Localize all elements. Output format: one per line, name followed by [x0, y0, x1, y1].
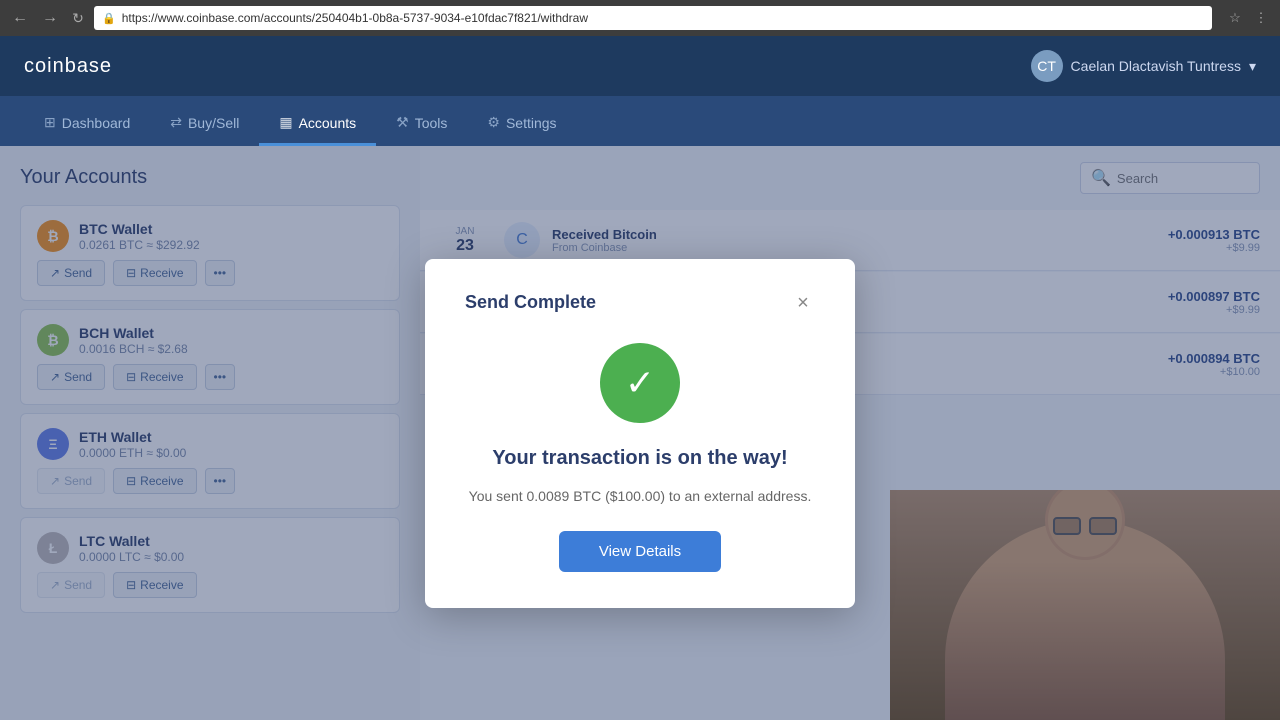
tab-settings[interactable]: ⚙ Settings — [467, 102, 576, 146]
star-button[interactable]: ☆ — [1224, 7, 1246, 29]
user-name: Caelan Dlactavish Tuntress — [1071, 58, 1241, 74]
buysell-icon: ⇄ — [170, 114, 182, 131]
browser-chrome: ← → ↻ 🔒 https://www.coinbase.com/account… — [0, 0, 1280, 36]
tab-accounts[interactable]: ▦ Accounts — [259, 102, 376, 146]
accounts-icon: ▦ — [279, 114, 292, 131]
tab-buysell-label: Buy/Sell — [188, 115, 239, 131]
tab-buysell[interactable]: ⇄ Buy/Sell — [150, 102, 259, 146]
tab-settings-label: Settings — [506, 115, 557, 131]
modal-title: Send Complete — [465, 292, 596, 313]
lock-icon: 🔒 — [102, 12, 116, 25]
address-text: https://www.coinbase.com/accounts/250404… — [122, 11, 588, 25]
nav-tabs: ⊞ Dashboard ⇄ Buy/Sell ▦ Accounts ⚒ Tool… — [0, 96, 1280, 146]
top-nav: coinbase CT Caelan Dlactavish Tuntress ▾ — [0, 36, 1280, 96]
tools-icon: ⚒ — [396, 114, 409, 131]
modal-description: You sent 0.0089 BTC ($100.00) to an exte… — [469, 486, 812, 507]
user-area[interactable]: CT Caelan Dlactavish Tuntress ▾ — [1031, 50, 1256, 82]
modal-close-button[interactable]: × — [791, 291, 815, 315]
menu-button[interactable]: ⋮ — [1250, 7, 1272, 29]
app: coinbase CT Caelan Dlactavish Tuntress ▾… — [0, 36, 1280, 720]
view-details-button[interactable]: View Details — [559, 531, 721, 572]
tab-dashboard-label: Dashboard — [62, 115, 131, 131]
avatar: CT — [1031, 50, 1063, 82]
browser-actions: ☆ ⋮ — [1224, 7, 1272, 29]
app-logo: coinbase — [24, 55, 112, 78]
settings-icon: ⚙ — [487, 114, 500, 131]
back-button[interactable]: ← — [8, 6, 32, 30]
checkmark-icon: ✓ — [625, 365, 655, 401]
modal-body: ✓ Your transaction is on the way! You se… — [465, 343, 815, 572]
tab-dashboard[interactable]: ⊞ Dashboard — [24, 102, 150, 146]
main-content: Your Accounts ₿ BTC Wallet 0.0261 BTC ≈ … — [0, 146, 1280, 720]
forward-button[interactable]: → — [38, 6, 62, 30]
dashboard-icon: ⊞ — [44, 114, 56, 131]
send-complete-modal: Send Complete × ✓ Your transaction is on… — [425, 259, 855, 608]
reload-button[interactable]: ↻ — [68, 8, 88, 28]
modal-headline: Your transaction is on the way! — [492, 447, 787, 470]
tab-accounts-label: Accounts — [299, 115, 357, 131]
tab-tools-label: Tools — [415, 115, 448, 131]
address-bar[interactable]: 🔒 https://www.coinbase.com/accounts/2504… — [94, 6, 1212, 30]
user-dropdown-icon: ▾ — [1249, 58, 1256, 75]
tab-tools[interactable]: ⚒ Tools — [376, 102, 467, 146]
modal-overlay[interactable]: Send Complete × ✓ Your transaction is on… — [0, 146, 1280, 720]
success-icon: ✓ — [600, 343, 680, 423]
